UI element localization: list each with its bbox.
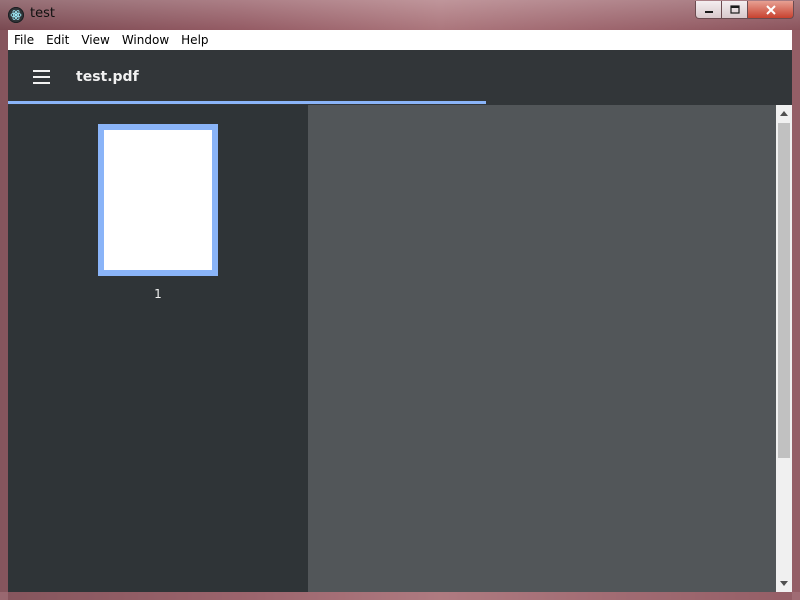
thumbnail-sidebar: 1 xyxy=(8,105,308,592)
window-title: test xyxy=(30,6,55,21)
viewer-scrollbar[interactable] xyxy=(776,105,792,592)
chevron-up-icon xyxy=(780,111,788,116)
chevron-down-icon xyxy=(780,581,788,586)
minimize-icon xyxy=(704,10,713,13)
electron-app-icon xyxy=(8,7,24,23)
menu-help[interactable]: Help xyxy=(175,30,214,50)
pdf-toolbar: test.pdf xyxy=(8,50,792,104)
load-progress-fill xyxy=(8,101,487,104)
menu-bar: File Edit View Window Help xyxy=(8,30,792,50)
window-frame-right xyxy=(792,30,800,600)
menu-file[interactable]: File xyxy=(8,30,40,50)
scrollbar-thumb[interactable] xyxy=(778,123,790,458)
title-bar[interactable]: test xyxy=(0,0,800,30)
document-viewer[interactable] xyxy=(308,105,776,592)
maximize-button[interactable] xyxy=(722,1,748,19)
minimize-button[interactable] xyxy=(695,1,722,19)
menu-edit[interactable]: Edit xyxy=(40,30,75,50)
document-title: test.pdf xyxy=(76,69,139,85)
scroll-up-button[interactable] xyxy=(776,105,792,121)
maximize-icon xyxy=(729,4,740,14)
window-frame-bottom xyxy=(0,592,800,600)
menu-view[interactable]: View xyxy=(75,30,115,50)
window-frame-left xyxy=(0,30,8,600)
close-button[interactable] xyxy=(748,1,794,19)
sidebar-toggle-menu-icon[interactable] xyxy=(33,70,51,84)
menu-window[interactable]: Window xyxy=(116,30,175,50)
page-thumbnail-label: 1 xyxy=(154,287,162,301)
scroll-down-button[interactable] xyxy=(776,576,792,592)
app-window: test File Edit View Window Help test.pdf… xyxy=(0,0,800,600)
window-controls xyxy=(695,1,794,21)
page-thumbnail[interactable] xyxy=(98,124,218,276)
close-icon xyxy=(765,4,776,15)
